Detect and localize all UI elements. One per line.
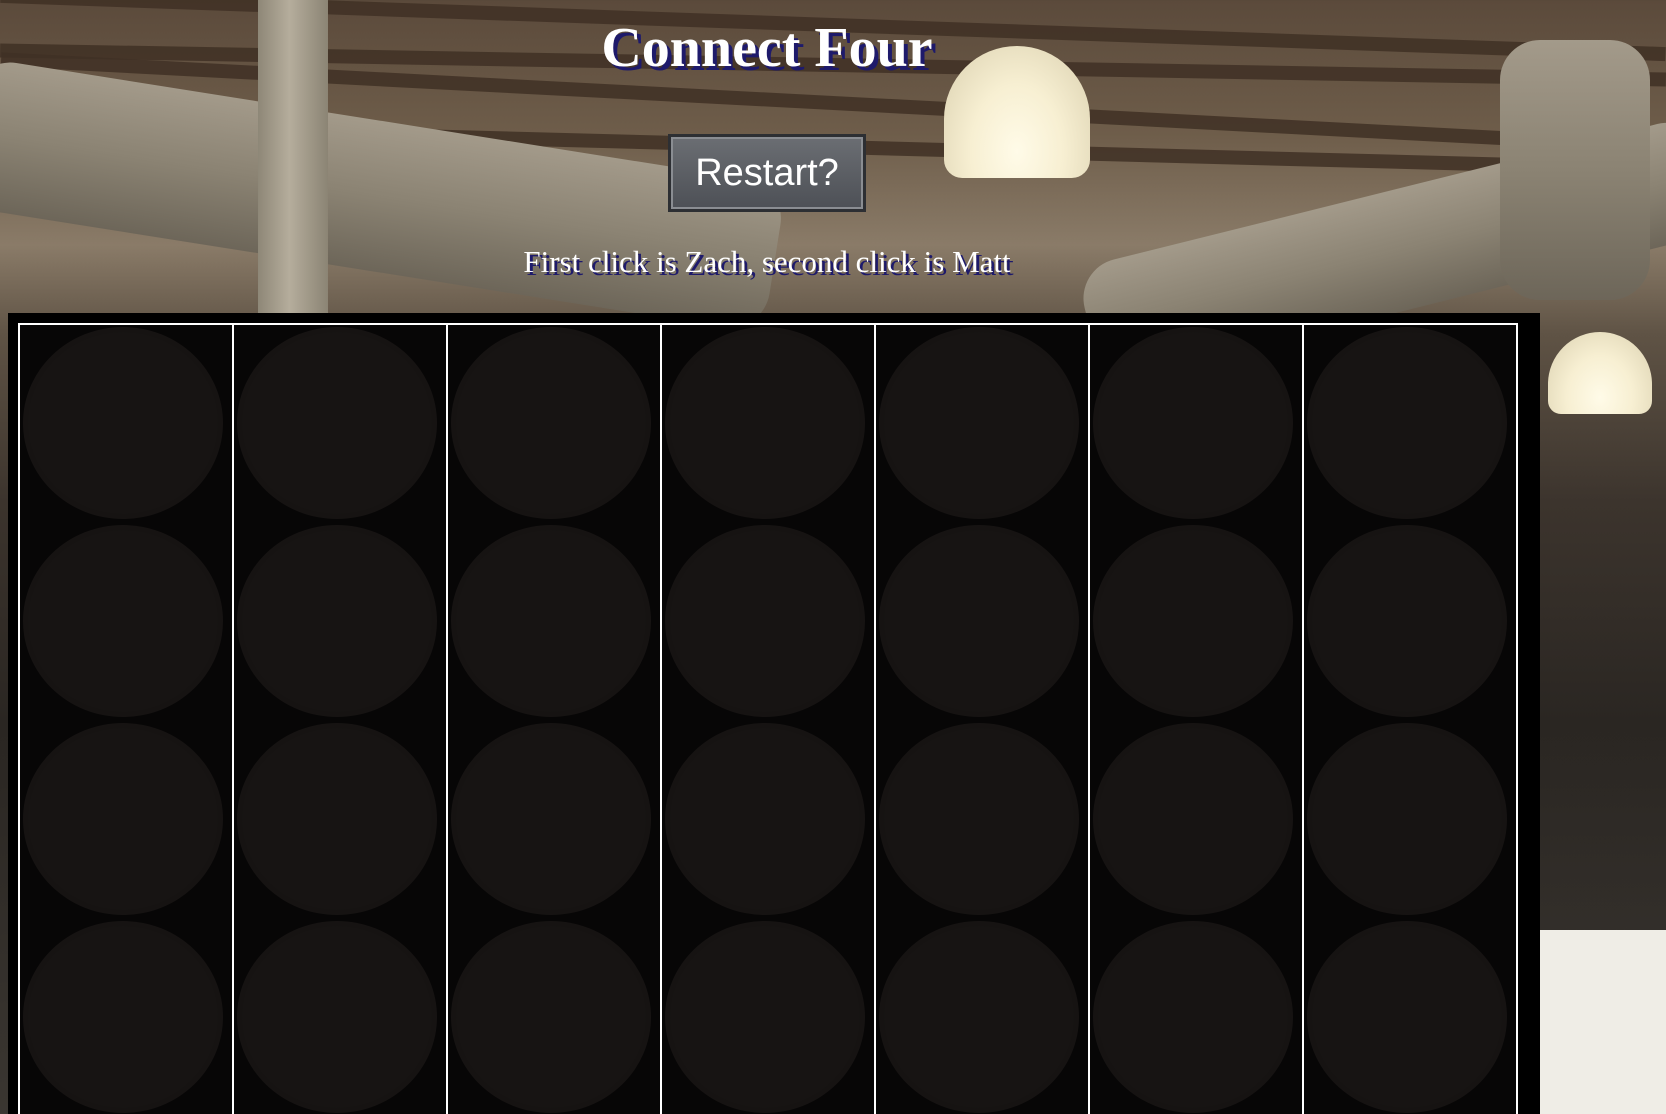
board-cell-empty[interactable] — [1307, 327, 1507, 519]
board-column-1[interactable] — [20, 323, 234, 1114]
board-cell-empty[interactable] — [237, 525, 437, 717]
board-cell-empty[interactable] — [879, 327, 1079, 519]
board-cell-empty[interactable] — [1093, 723, 1293, 915]
board-column-3[interactable] — [448, 323, 662, 1114]
game-board — [18, 323, 1518, 1114]
board-cell-empty[interactable] — [665, 921, 865, 1113]
board-cell-empty[interactable] — [665, 525, 865, 717]
board-column-7[interactable] — [1304, 323, 1518, 1114]
turn-instructions: First click is Zach, second click is Mat… — [523, 244, 1011, 279]
board-cell-empty[interactable] — [665, 723, 865, 915]
board-cell-empty[interactable] — [665, 327, 865, 519]
board-cell-empty[interactable] — [1307, 723, 1507, 915]
board-column-4[interactable] — [662, 323, 876, 1114]
board-cell-empty[interactable] — [879, 723, 1079, 915]
board-cell-empty[interactable] — [23, 723, 223, 915]
board-cell-empty[interactable] — [1093, 921, 1293, 1113]
restart-button[interactable]: Restart? — [668, 134, 866, 212]
board-cell-empty[interactable] — [451, 921, 651, 1113]
board-column-6[interactable] — [1090, 323, 1304, 1114]
board-column-5[interactable] — [876, 323, 1090, 1114]
board-cell-empty[interactable] — [451, 327, 651, 519]
board-cell-empty[interactable] — [237, 327, 437, 519]
board-cell-empty[interactable] — [451, 723, 651, 915]
board-cell-empty[interactable] — [1093, 525, 1293, 717]
board-column-2[interactable] — [234, 323, 448, 1114]
board-cell-empty[interactable] — [1093, 327, 1293, 519]
board-cell-empty[interactable] — [23, 921, 223, 1113]
board-cell-empty[interactable] — [879, 921, 1079, 1113]
board-cell-empty[interactable] — [879, 525, 1079, 717]
board-cell-empty[interactable] — [23, 525, 223, 717]
board-cell-empty[interactable] — [23, 327, 223, 519]
board-cell-empty[interactable] — [451, 525, 651, 717]
board-cell-empty[interactable] — [237, 723, 437, 915]
board-cell-empty[interactable] — [1307, 525, 1507, 717]
game-title: Connect Four — [601, 17, 933, 79]
board-cell-empty[interactable] — [1307, 921, 1507, 1113]
board-cell-empty[interactable] — [237, 921, 437, 1113]
